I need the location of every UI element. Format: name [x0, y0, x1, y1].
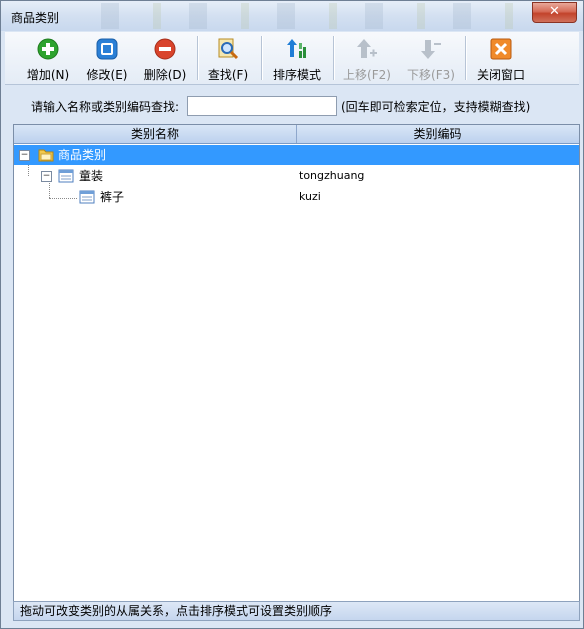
move-up-button[interactable]: 上移(F2) — [339, 34, 395, 82]
title-bar[interactable]: 商品类别 ✕ — [1, 1, 583, 31]
add-button-label: 增加(N) — [26, 68, 70, 82]
tree-row-name: 童装 — [79, 169, 104, 183]
column-header-code[interactable]: 类别编码 — [297, 125, 578, 143]
collapse-toggle[interactable]: − — [41, 171, 52, 182]
sort-mode-button[interactable]: 排序模式 — [267, 34, 327, 82]
category-icon — [58, 169, 74, 183]
move-down-button[interactable]: 下移(F3) — [403, 34, 459, 82]
close-window-icon — [490, 38, 512, 60]
add-button[interactable]: 增加(N) — [23, 34, 73, 82]
delete-icon — [154, 38, 176, 60]
toolbar: 增加(N) 修改(E) 删除(D) 查找(F) 排序模式 上移(F2) 下移(F… — [5, 32, 579, 85]
tree-row[interactable]: − 童装 tongzhuang — [14, 166, 579, 186]
window-close-button[interactable]: ✕ — [532, 2, 577, 23]
sort-icon — [287, 39, 306, 58]
tree-row-code: tongzhuang — [299, 169, 365, 182]
tree-row-name: 裤子 — [100, 190, 125, 204]
edit-icon — [96, 38, 118, 60]
title-bar-background — [101, 3, 521, 29]
move-up-button-label: 上移(F2) — [343, 68, 391, 82]
column-header-name[interactable]: 类别名称 — [14, 125, 297, 143]
search-input[interactable] — [187, 96, 337, 116]
close-window-button-label: 关闭窗口 — [476, 68, 525, 82]
collapse-toggle[interactable]: − — [19, 150, 30, 161]
window-title: 商品类别 — [11, 11, 60, 25]
sort-mode-button-label: 排序模式 — [272, 68, 321, 82]
category-tree-grid[interactable]: 类别名称 类别编码 − 商品类别 − 童装 tongzhuang 裤子 kuzi — [13, 124, 580, 602]
search-label: 请输入名称或类别编码查找: — [31, 100, 180, 114]
move-down-button-label: 下移(F3) — [407, 68, 455, 82]
delete-button-label: 删除(D) — [143, 68, 187, 82]
tree-row[interactable]: 裤子 kuzi — [14, 187, 579, 207]
move-up-icon — [357, 39, 377, 58]
tree-row-name: 商品类别 — [58, 148, 107, 162]
toolbar-separator — [197, 36, 199, 80]
delete-button[interactable]: 删除(D) — [139, 34, 191, 82]
move-down-icon — [421, 40, 441, 59]
tree-row-code: kuzi — [299, 190, 321, 203]
toolbar-separator — [261, 36, 263, 80]
grid-header: 类别名称 类别编码 — [14, 125, 579, 144]
category-window: 商品类别 ✕ 增加(N) 修改(E) 删除(D) 查找(F) 排序模式 上移(F… — [0, 0, 584, 629]
search-hint: (回车即可检索定位，支持模糊查找) — [341, 100, 531, 114]
category-icon — [79, 190, 95, 204]
find-button-label: 查找(F) — [207, 68, 249, 82]
close-window-button[interactable]: 关闭窗口 — [471, 34, 531, 82]
edit-button[interactable]: 修改(E) — [81, 34, 133, 82]
folder-icon — [38, 149, 54, 162]
toolbar-separator — [333, 36, 335, 80]
search-icon — [218, 38, 239, 60]
find-button[interactable]: 查找(F) — [203, 34, 253, 82]
add-icon — [37, 38, 59, 60]
tree-row-root[interactable]: − 商品类别 — [14, 145, 579, 165]
toolbar-separator — [465, 36, 467, 80]
status-bar: 拖动可改变类别的从属关系，点击排序模式可设置类别顺序 — [13, 601, 580, 621]
edit-button-label: 修改(E) — [86, 68, 128, 82]
